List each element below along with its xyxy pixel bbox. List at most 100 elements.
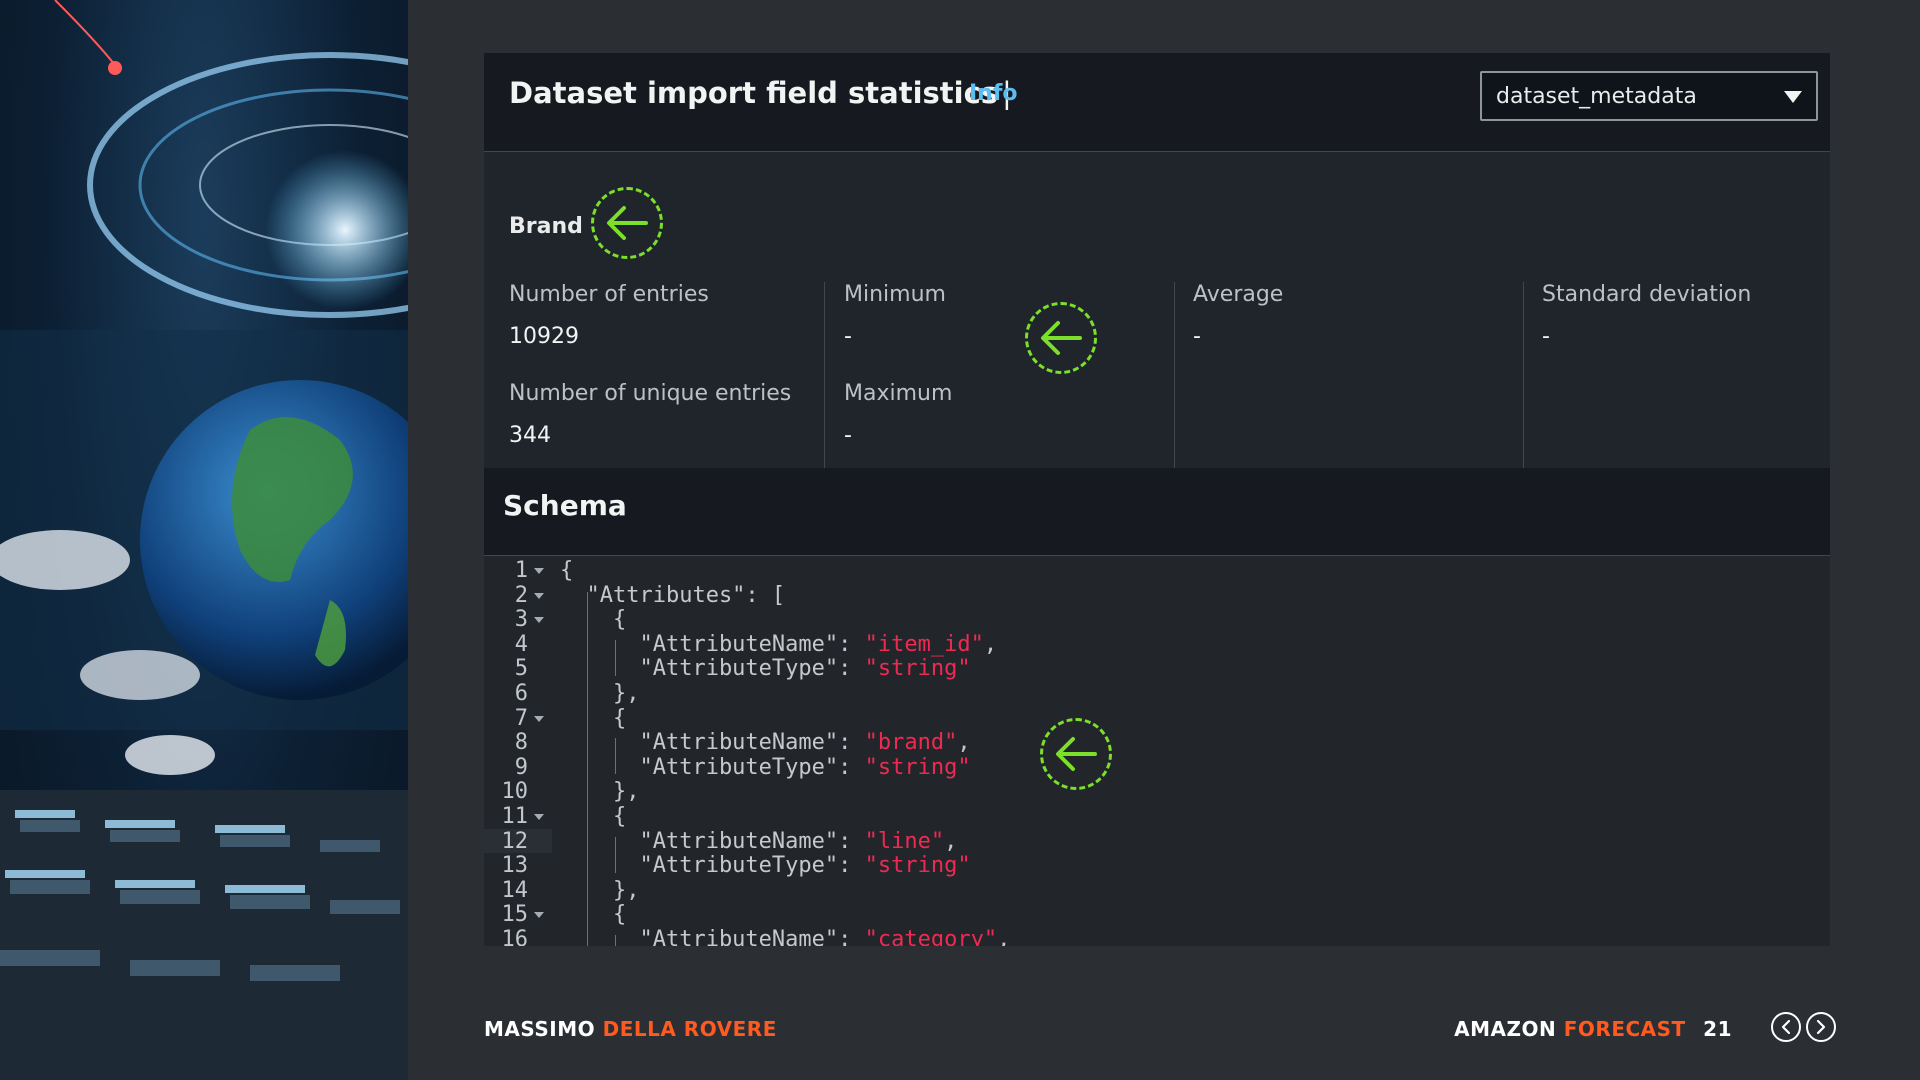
- minimum-label: Minimum: [844, 282, 946, 307]
- json-key: "AttributeName":: [560, 631, 865, 657]
- number-of-unique-entries-label: Number of unique entries: [509, 381, 792, 406]
- line-number: 12: [501, 828, 529, 854]
- panel-header: Dataset import field statistics | Info da…: [484, 53, 1830, 152]
- dataset-select[interactable]: dataset_metadata: [1480, 71, 1818, 121]
- std-dev-column: Standard deviation -: [1523, 282, 1831, 468]
- line-gutter: 6: [484, 681, 552, 706]
- product-name-first: AMAZON: [1454, 1017, 1557, 1041]
- code-line: 6 },: [484, 681, 1830, 706]
- json-string-value: "string": [864, 656, 971, 682]
- code-line: 10 },: [484, 779, 1830, 804]
- line-number: 16: [501, 927, 529, 946]
- author-last-name: DELLA ROVERE: [602, 1017, 777, 1041]
- json-string-value: "item_id": [864, 631, 984, 657]
- line-number: 4: [514, 631, 528, 657]
- line-gutter: 5: [484, 656, 552, 681]
- decorative-illustration: [0, 0, 408, 1080]
- left-arrow-icon: [591, 187, 663, 259]
- line-gutter: 15: [484, 902, 552, 927]
- info-link[interactable]: Info: [969, 81, 1018, 106]
- fold-toggle-icon[interactable]: [534, 814, 544, 820]
- number-of-unique-entries-value: 344: [509, 423, 551, 448]
- line-number: 11: [501, 804, 529, 829]
- fold-toggle-icon[interactable]: [534, 592, 544, 599]
- json-punctuation: ,: [983, 631, 998, 657]
- line-gutter: 10: [484, 779, 552, 804]
- fold-toggle-icon[interactable]: [534, 912, 544, 919]
- line-gutter: 11: [484, 804, 552, 829]
- field-statistics-panel: Dataset import field statistics | Info da…: [484, 53, 1830, 946]
- line-gutter: 8: [484, 730, 552, 755]
- line-number: 13: [501, 853, 529, 879]
- code-text: },: [560, 779, 640, 805]
- code-line: 3 {: [484, 607, 1830, 632]
- code-text: "AttributeType": "string": [560, 656, 971, 682]
- line-gutter: 1: [484, 558, 552, 583]
- next-slide-button[interactable]: [1806, 1012, 1836, 1042]
- fold-toggle-icon[interactable]: [534, 617, 544, 624]
- code-text: "AttributeName": "item_id",: [560, 632, 997, 657]
- average-label: Average: [1193, 282, 1284, 307]
- line-gutter: 7: [484, 706, 552, 731]
- maximum-label: Maximum: [844, 381, 953, 406]
- author-first-name: MASSIMO: [484, 1017, 596, 1041]
- code-text: {: [560, 558, 574, 583]
- json-punctuation: ,: [997, 927, 1011, 946]
- fold-toggle-icon[interactable]: [534, 568, 544, 574]
- json-string-value: "line": [864, 828, 945, 854]
- statistics-section: Brand Number of entries 10929 Number of …: [484, 152, 1830, 468]
- minimum-value: -: [844, 324, 852, 349]
- code-text: {: [560, 705, 627, 731]
- average-column: Average -: [1174, 282, 1524, 468]
- panel-title: Dataset import field statistics |: [509, 76, 1020, 110]
- json-string-value: "string": [864, 754, 971, 780]
- json-punctuation: ,: [957, 730, 971, 756]
- panel-title-text: Dataset import field statistics: [509, 76, 999, 110]
- line-number: 6: [514, 681, 528, 706]
- dataset-select-value: dataset_metadata: [1496, 84, 1697, 109]
- line-gutter: 9: [484, 755, 552, 780]
- schema-code-editor[interactable]: 1 {2 "Attributes": [3 {4 "AttributeName":…: [484, 556, 1830, 946]
- code-line: 8 "AttributeName": "brand",: [484, 730, 1830, 755]
- code-text: "AttributeType": "string": [560, 754, 971, 780]
- schema-header: Schema: [484, 471, 1830, 556]
- product-name-second: FORECAST: [1563, 1017, 1686, 1041]
- caret-down-icon: [1784, 91, 1802, 103]
- line-number: 2: [514, 582, 528, 608]
- std-dev-value: -: [1542, 324, 1550, 349]
- json-string-value: "brand": [864, 730, 958, 756]
- line-number: 5: [514, 656, 528, 682]
- line-number: 15: [501, 902, 529, 928]
- json-key: "AttributeName":: [560, 828, 865, 854]
- code-line: 9 "AttributeType": "string": [484, 755, 1830, 780]
- line-number: 10: [501, 779, 529, 805]
- code-line: 16 "AttributeName": "category",: [484, 927, 1830, 946]
- code-text: "AttributeName": "brand",: [560, 730, 971, 756]
- code-line: 7 {: [484, 706, 1830, 731]
- code-line: 5 "AttributeType": "string": [484, 656, 1830, 681]
- previous-slide-button[interactable]: [1771, 1012, 1801, 1042]
- json-key: "AttributeType":: [560, 754, 865, 780]
- json-key: "AttributeName":: [560, 730, 865, 756]
- json-key: "AttributeName":: [560, 927, 865, 946]
- min-max-column: Minimum - Maximum -: [824, 282, 1175, 468]
- std-dev-label: Standard deviation: [1542, 282, 1752, 307]
- left-arrow-icon: [1025, 302, 1097, 374]
- product-footer: AMAZON FORECAST 21: [1454, 1017, 1732, 1041]
- code-text: "AttributeName": "category",: [560, 927, 1010, 946]
- code-line: 11 {: [484, 804, 1830, 829]
- entries-column: Number of entries 10929 Number of unique…: [484, 282, 824, 468]
- line-gutter: 16: [484, 927, 552, 946]
- code-text: "Attributes": [: [560, 582, 786, 608]
- code-text: {: [560, 607, 627, 633]
- code-line: 13 "AttributeType": "string": [484, 853, 1830, 878]
- code-line: 15 {: [484, 902, 1830, 927]
- fold-toggle-icon[interactable]: [534, 715, 544, 722]
- code-line: 2 "Attributes": [: [484, 583, 1830, 608]
- line-number: 7: [514, 705, 528, 731]
- line-number: 1: [514, 558, 528, 583]
- schema-title: Schema: [503, 489, 627, 522]
- code-line: 12 "AttributeName": "line",: [484, 828, 1830, 854]
- line-gutter: 4: [484, 632, 552, 657]
- code-text: {: [560, 804, 627, 829]
